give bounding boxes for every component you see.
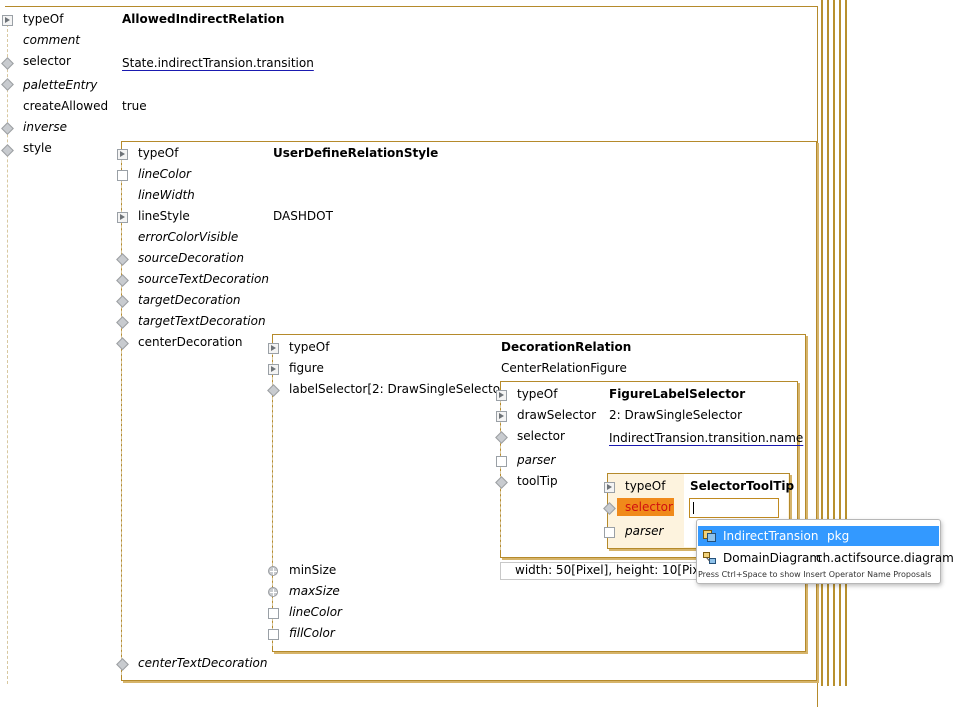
add-plus-icon[interactable]: [268, 566, 278, 576]
style-sourcedecoration-label: sourceDecoration: [138, 251, 244, 265]
decoration-typeof-value[interactable]: DecorationRelation: [501, 340, 631, 355]
label-drawselector-value[interactable]: 2: DrawSingleSelector: [609, 408, 742, 423]
tooltip-typeof-label: typeOf: [625, 479, 666, 493]
completion-item-selected[interactable]: IndirectTransion pkg: [698, 526, 939, 546]
decoration-typeof-label: typeOf: [289, 340, 330, 354]
tooltip-selector-label: selector: [625, 500, 673, 514]
outer-paletteentry-label: paletteEntry: [23, 78, 98, 92]
label-drawselector-label: drawSelector: [517, 408, 597, 422]
outer-typeof-label: typeOf: [23, 12, 64, 26]
decoration-minsize-label: minSize: [289, 563, 337, 577]
style-sourcetextdecoration-label: sourceTextDecoration: [138, 272, 269, 286]
class-type-icon: [703, 530, 716, 542]
completion-hint: Press Ctrl+Space to show Insert Operator…: [698, 570, 932, 579]
style-linecolor-label: lineColor: [138, 167, 191, 181]
label-typeof-value[interactable]: FigureLabelSelector: [609, 387, 745, 402]
style-typeof-value[interactable]: UserDefineRelationStyle: [273, 146, 438, 161]
expand-triangle-icon[interactable]: [604, 482, 615, 493]
outer-style-label: style: [23, 141, 52, 155]
label-selector-label: selector: [517, 429, 565, 443]
expand-triangle-icon[interactable]: [496, 390, 507, 401]
diagram-type-icon: [703, 552, 716, 564]
attribute-square-icon[interactable]: [117, 170, 128, 181]
style-linestyle-value[interactable]: DASHDOT: [273, 209, 333, 224]
style-errorcolorvisible-label: errorColorVisible: [138, 230, 239, 244]
style-typeof-label: typeOf: [138, 146, 179, 160]
completion-item-detail: ch.actifsource.diagram: [816, 551, 954, 565]
expand-triangle-icon[interactable]: [117, 212, 128, 223]
outer-selector-label: selector: [23, 54, 71, 68]
label-selector-value[interactable]: IndirectTransion.transition.name: [609, 431, 803, 446]
style-centerdecoration-label: centerDecoration: [138, 335, 243, 349]
decoration-maxsize-label: maxSize: [289, 584, 340, 598]
decoration-fillcolor-label: fillColor: [289, 626, 335, 640]
outer-comment-label: comment: [23, 33, 81, 47]
tooltip-typeof-value[interactable]: SelectorToolTip: [690, 479, 794, 494]
completion-item-detail: pkg: [827, 529, 850, 543]
outer-selector-value[interactable]: State.indirectTransion.transition: [122, 56, 314, 71]
style-tree-line: [121, 160, 122, 675]
tooltip-parser-label: parser: [625, 524, 664, 538]
selector-input[interactable]: [689, 498, 779, 518]
attribute-square-icon[interactable]: [268, 608, 279, 619]
decoration-figure-value[interactable]: CenterRelationFigure: [501, 361, 627, 376]
add-plus-icon[interactable]: [268, 587, 278, 597]
text-caret: [693, 502, 694, 514]
outer-createallowed-label: createAllowed: [23, 99, 109, 113]
style-linestyle-label: lineStyle: [138, 209, 190, 223]
completion-popup: IndirectTransion pkg DomainDiagram ch.ac…: [696, 519, 954, 584]
label-parser-label: parser: [517, 453, 556, 467]
attribute-square-icon[interactable]: [268, 629, 279, 640]
outer-inverse-label: inverse: [23, 120, 67, 134]
attribute-square-icon[interactable]: [604, 527, 615, 538]
style-linewidth-label: lineWidth: [138, 188, 195, 202]
expand-triangle-icon[interactable]: [268, 343, 279, 354]
decoration-labelselector-label: labelSelector[2: DrawSingleSelector]: [289, 382, 510, 396]
attribute-square-icon[interactable]: [496, 456, 507, 467]
outer-typeof-value[interactable]: AllowedIndirectRelation: [122, 12, 284, 27]
decoration-linecolor-label: lineColor: [289, 605, 342, 619]
label-tooltip-label: toolTip: [517, 474, 558, 488]
completion-item[interactable]: DomainDiagram ch.actifsource.diagram: [698, 548, 954, 568]
decoration-figure-label: figure: [289, 361, 324, 375]
completion-item-name: DomainDiagram: [723, 551, 822, 565]
style-centertextdecoration-label: centerTextDecoration: [138, 656, 268, 670]
expand-triangle-icon[interactable]: [268, 364, 279, 375]
style-targettextdecoration-label: targetTextDecoration: [138, 314, 266, 328]
completion-item-name: IndirectTransion: [723, 529, 819, 543]
outer-createallowed-value[interactable]: true: [122, 99, 147, 114]
style-targetdecoration-label: targetDecoration: [138, 293, 241, 307]
expand-triangle-icon[interactable]: [117, 149, 128, 160]
label-typeof-label: typeOf: [517, 387, 558, 401]
expand-triangle-icon[interactable]: [496, 411, 507, 422]
expand-triangle-icon[interactable]: [2, 15, 13, 26]
decoration-minsize-value[interactable]: width: 50[Pixel], height: 10[Pixel] :: [515, 563, 722, 578]
